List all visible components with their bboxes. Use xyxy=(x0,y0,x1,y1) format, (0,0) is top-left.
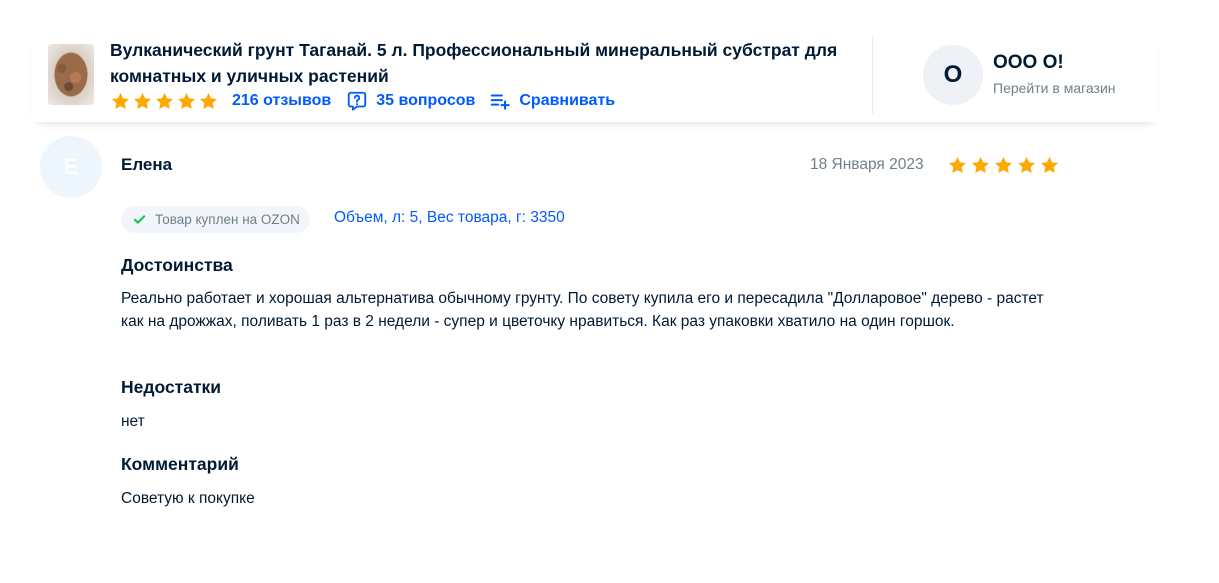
star-icon xyxy=(178,92,195,109)
product-variant-link[interactable]: Объем, л: 5, Вес товара, г: 3350 xyxy=(334,209,565,227)
star-icon xyxy=(1018,156,1035,174)
question-bubble-icon xyxy=(348,91,367,111)
star-icon xyxy=(134,92,151,109)
questions-link-label: 35 вопросов xyxy=(376,92,476,109)
purchased-badge: Товар куплен на OZON xyxy=(121,206,310,233)
star-icon xyxy=(1041,156,1058,174)
compare-list-icon xyxy=(491,94,511,110)
comment-text: Советую к покупке xyxy=(121,490,255,507)
reviews-link[interactable]: 216 отзывов xyxy=(232,92,331,110)
header-divider xyxy=(872,36,873,114)
review-rating-stars xyxy=(947,155,1060,176)
author-avatar: E xyxy=(40,136,102,198)
purchased-badge-label: Товар куплен на OZON xyxy=(155,212,300,227)
star-icon xyxy=(112,92,129,109)
product-meta-row: 216 отзывов 35 вопросов Сравнивать xyxy=(110,90,615,112)
star-icon xyxy=(972,156,989,174)
comment-heading: Комментарий xyxy=(121,454,239,474)
star-icon xyxy=(156,92,173,109)
check-icon xyxy=(133,215,146,224)
product-title[interactable]: Вулканический грунт Таганай. 5 л. Профес… xyxy=(110,37,870,89)
cons-heading: Недостатки xyxy=(121,377,222,397)
seller-avatar[interactable]: O xyxy=(923,45,983,105)
pros-text: Реально работает и хорошая альтернатива … xyxy=(121,290,1044,330)
product-thumbnail[interactable] xyxy=(48,44,94,105)
go-to-store-link[interactable]: Перейти в магазин xyxy=(993,80,1116,96)
seller-name[interactable]: ООО О! xyxy=(993,52,1064,74)
product-rating-stars xyxy=(110,91,219,112)
questions-link[interactable]: 35 вопросов xyxy=(346,90,475,112)
review-date: 18 Января 2023 xyxy=(810,156,924,173)
review-author-name: Елена xyxy=(121,155,173,174)
compare-link-label: Сравнивать xyxy=(519,92,616,109)
star-icon xyxy=(200,92,217,109)
product-header: Вулканический грунт Таганай. 5 л. Профес… xyxy=(32,28,1158,122)
star-icon xyxy=(995,156,1012,174)
pros-heading: Достоинства xyxy=(121,255,233,275)
star-icon xyxy=(949,156,966,174)
cons-text: нет xyxy=(121,413,145,430)
compare-link[interactable]: Сравнивать xyxy=(489,90,615,112)
